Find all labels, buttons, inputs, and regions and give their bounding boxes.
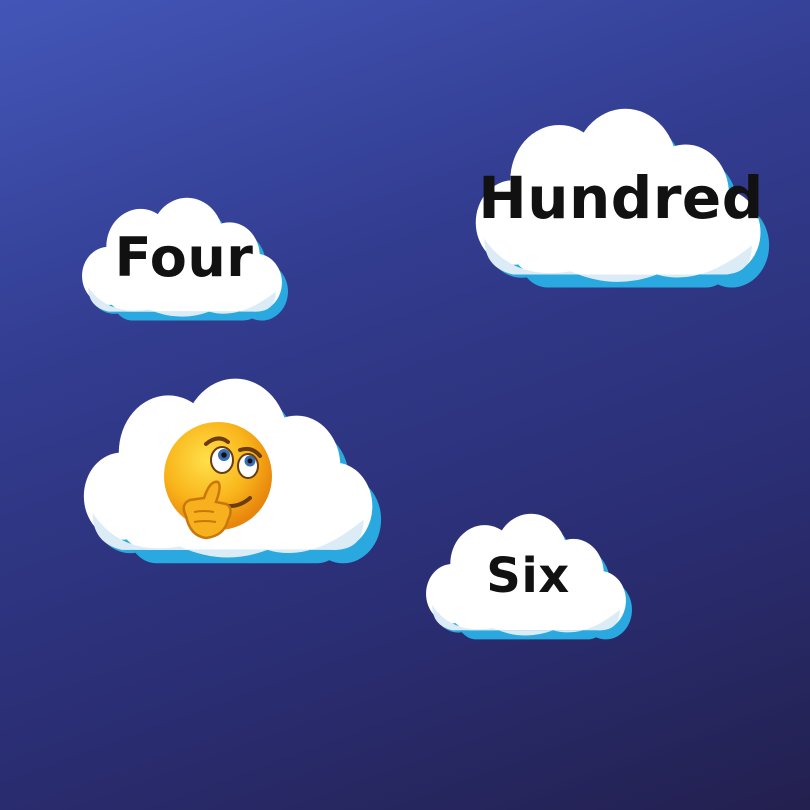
cloud-word: Four: [114, 226, 254, 289]
cloud-hundred[interactable]: Hundred: [470, 108, 772, 294]
cloud-mystery[interactable]: [78, 378, 384, 570]
cloud-six[interactable]: Six: [422, 513, 634, 644]
cloud-word: Six: [486, 548, 570, 604]
cloud-four[interactable]: Four: [78, 197, 290, 325]
thinking-face-icon: [164, 422, 272, 540]
cloud-word: Hundred: [478, 164, 764, 232]
